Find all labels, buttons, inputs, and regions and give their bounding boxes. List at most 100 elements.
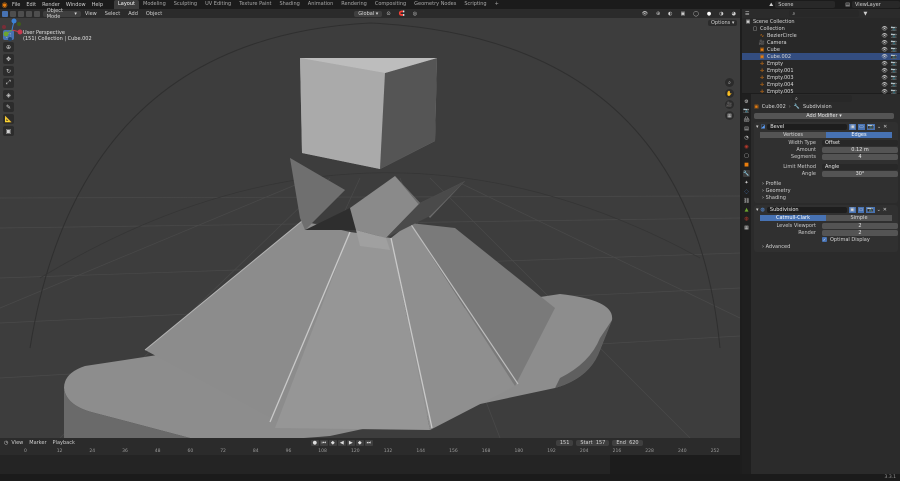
viewport-toggle-icon[interactable]: ▭ (857, 124, 865, 130)
eye-icon[interactable]: 👁 (881, 82, 887, 88)
eye-icon[interactable]: 👁 (881, 68, 887, 74)
scene-selector[interactable]: Scene (775, 1, 836, 8)
render-visibility-icon[interactable]: 📷 (891, 82, 897, 88)
visibility-icon[interactable]: 👁 (638, 11, 652, 17)
gizmo-toggle-icon[interactable]: ⊕ (652, 11, 664, 17)
measure-tool-icon[interactable]: 📐 (3, 114, 14, 124)
add-workspace-icon[interactable]: + (491, 0, 503, 9)
limit-method-dropdown[interactable]: Angle (822, 163, 898, 170)
eye-icon[interactable]: 👁 (881, 61, 887, 67)
add-cube-tool-icon[interactable]: ▣ (3, 126, 14, 136)
jump-start-icon[interactable]: ⏮ (319, 440, 328, 446)
render-toggle-icon[interactable]: 📷 (866, 124, 875, 130)
render-visibility-icon[interactable]: 📷 (891, 75, 897, 81)
play-icon[interactable]: ▶ (346, 440, 355, 446)
edit-mode-toggle-icon[interactable]: ▣ (849, 124, 856, 130)
shading-rendered-icon[interactable]: ◕ (728, 11, 740, 17)
timeline-menu-view[interactable]: View (8, 440, 26, 446)
collection-tab-icon[interactable]: ▢ (743, 152, 750, 159)
tab-scripting[interactable]: Scripting (460, 0, 490, 9)
record-icon[interactable]: ● (310, 440, 319, 446)
edit-mode-toggle-icon[interactable]: ▣ (848, 207, 856, 213)
outliner-row[interactable]: ▣ Cube 👁 📷 (742, 46, 900, 53)
angle-field[interactable]: 30° (822, 170, 898, 177)
timeline-menu-playback[interactable]: Playback (50, 440, 78, 446)
geometry-subpanel[interactable]: › Geometry (754, 187, 898, 194)
particles-tab-icon[interactable]: ✦ (743, 179, 750, 186)
end-frame-field[interactable]: End 620 (612, 440, 643, 446)
shading-solid-icon[interactable]: ● (703, 11, 715, 17)
object-tab-icon[interactable]: ■ (743, 161, 750, 168)
outliner-search-input[interactable]: ⌕ (789, 10, 860, 17)
output-tab-icon[interactable]: 🖨 (743, 116, 750, 123)
properties-search-input[interactable]: ⌕ (792, 95, 852, 102)
collapse-arrow-icon[interactable]: ▾ (756, 124, 759, 130)
current-frame-field[interactable]: 151 (555, 440, 574, 446)
profile-subpanel[interactable]: › Profile (754, 180, 898, 187)
overlay-toggle-icon[interactable]: ◐ (664, 11, 676, 17)
outliner-row[interactable]: ▣ Cube.002 👁 📷 (742, 53, 900, 60)
viewport-menu-add[interactable]: Add (124, 11, 142, 17)
constraints-tab-icon[interactable]: ⛓ (743, 197, 750, 204)
eye-icon[interactable]: 👁 (881, 40, 887, 46)
eye-icon[interactable]: 👁 (881, 54, 887, 60)
render-toggle-icon[interactable]: 📷 (866, 207, 875, 213)
viewport-menu-object[interactable]: Object (142, 11, 166, 17)
proportional-edit-icon[interactable]: ◎ (409, 11, 421, 17)
tab-sculpting[interactable]: Sculpting (170, 0, 201, 9)
eye-icon[interactable]: 👁 (881, 75, 887, 81)
pan-hand-icon[interactable]: ✋ (725, 89, 734, 98)
material-tab-icon[interactable]: ◍ (743, 215, 750, 222)
tab-uv-editing[interactable]: UV Editing (201, 0, 235, 9)
outliner-row[interactable]: 🎥 Camera 👁 📷 (742, 39, 900, 46)
tool-tab-icon[interactable]: ⚙ (743, 98, 750, 105)
options-dropdown[interactable]: Options ▾ (708, 20, 738, 26)
tab-shading[interactable]: Shading (275, 0, 303, 9)
mode-dropdown[interactable]: Object Mode ▾ (42, 8, 81, 20)
dropdown-chevron-icon[interactable]: ⌄ (877, 207, 881, 213)
select-mode-extend-icon[interactable] (17, 10, 24, 17)
next-key-icon[interactable]: ◆ (355, 440, 364, 446)
3d-viewport[interactable]: User Perspective (151) Collection | Cube… (0, 18, 740, 438)
close-icon[interactable]: ✕ (883, 207, 887, 213)
tab-rendering[interactable]: Rendering (337, 0, 371, 9)
render-visibility-icon[interactable]: 📷 (891, 40, 897, 46)
simple-button[interactable]: Simple (826, 215, 892, 221)
snap-icon[interactable]: 🧲 (395, 11, 409, 17)
outliner-editor-icon[interactable]: ☰ (745, 11, 749, 17)
tab-modeling[interactable]: Modeling (139, 0, 170, 9)
add-modifier-button[interactable]: Add Modifier ▾ (754, 112, 894, 119)
advanced-subpanel[interactable]: › Advanced (754, 243, 898, 250)
width-type-dropdown[interactable]: Offset (822, 139, 898, 146)
view-layer-tab-icon[interactable]: ▤ (743, 125, 750, 132)
timeline-menu-marker[interactable]: Marker (26, 440, 49, 446)
viewport-menu-view[interactable]: View (81, 11, 101, 17)
move-tool-icon[interactable]: ✥ (3, 54, 14, 64)
select-mode-subtract-icon[interactable] (25, 10, 32, 17)
scale-tool-icon[interactable]: ⤢ (3, 78, 14, 88)
tab-layout[interactable]: Layout (114, 0, 139, 9)
menu-help[interactable]: Help (89, 2, 106, 8)
eye-icon[interactable]: 👁 (881, 33, 887, 39)
transform-orientation-dropdown[interactable]: Global ▾ (354, 10, 383, 17)
outliner-row[interactable]: ✛ Empty 👁 📷 (742, 60, 900, 67)
render-visibility-icon[interactable]: 📷 (891, 54, 897, 60)
modifier-tab-icon[interactable]: 🔧 (743, 170, 750, 177)
viewport-toggle-icon[interactable]: ▭ (857, 207, 865, 213)
physics-tab-icon[interactable]: ◌ (743, 188, 750, 195)
shading-subpanel[interactable]: › Shading (754, 194, 898, 201)
prev-key-icon[interactable]: ◆ (328, 440, 337, 446)
menu-file[interactable]: File (9, 2, 23, 8)
outliner-row[interactable]: ∿ BezierCircle 👁 📷 (742, 32, 900, 39)
select-mode-invert-icon[interactable] (33, 10, 40, 17)
bevel-name-field[interactable]: Bevel (767, 124, 848, 130)
render-visibility-icon[interactable]: 📷 (891, 33, 897, 39)
tab-animation[interactable]: Animation (304, 0, 338, 9)
affect-edges-button[interactable]: Edges (826, 132, 892, 138)
eye-icon[interactable]: 👁 (881, 47, 887, 53)
outliner-row[interactable]: ✛ Empty.001 👁 📷 (742, 67, 900, 74)
render-levels-field[interactable]: 2 (822, 229, 898, 236)
outliner-row[interactable]: ✛ Empty.003 👁 📷 (742, 74, 900, 81)
levels-viewport-field[interactable]: 2 (822, 222, 898, 229)
scene-tab-icon[interactable]: ◔ (743, 134, 750, 141)
